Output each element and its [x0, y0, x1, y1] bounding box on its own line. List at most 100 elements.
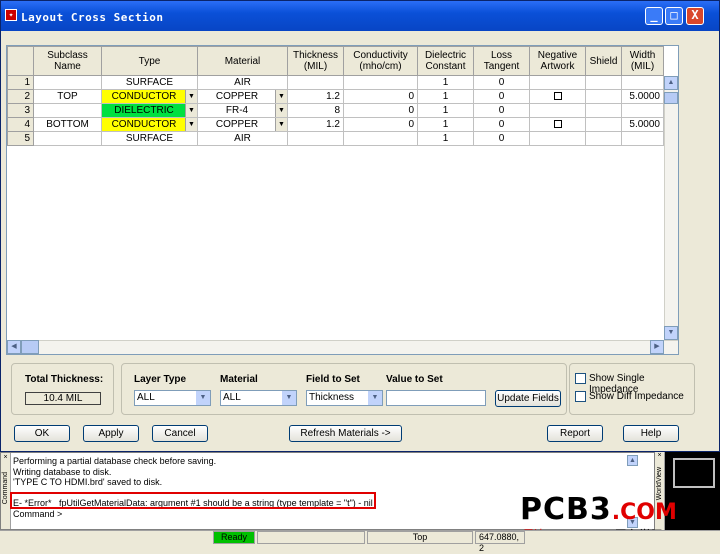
chevron-down-icon[interactable]: ▼ — [275, 104, 287, 117]
maximize-icon[interactable]: □ — [665, 7, 683, 25]
shield-cell[interactable] — [585, 117, 622, 132]
thickness-cell[interactable]: 1.2 — [287, 117, 344, 132]
chevron-down-icon[interactable]: ▼ — [196, 391, 210, 405]
column-header[interactable]: Loss Tangent — [473, 46, 530, 76]
show-single-impedance-checkbox[interactable] — [575, 373, 586, 384]
minimize-icon[interactable]: _ — [645, 7, 663, 25]
column-header[interactable]: Type — [101, 46, 198, 76]
value-to-set-input[interactable] — [386, 390, 486, 406]
negative-artwork-cell[interactable] — [529, 89, 586, 104]
subclass-cell[interactable] — [33, 131, 102, 146]
type-cell[interactable]: CONDUCTOR ▼ — [101, 117, 198, 132]
scroll-down-icon[interactable]: ▼ — [664, 326, 678, 340]
close-icon[interactable]: × — [655, 452, 664, 459]
negative-artwork-cell[interactable] — [529, 117, 586, 132]
column-header[interactable]: Conductivity (mho/cm) — [343, 46, 418, 76]
column-header[interactable]: Material — [197, 46, 288, 76]
refresh-materials-button[interactable]: Refresh Materials -> — [289, 425, 402, 442]
console-scroll-up-icon[interactable]: ▲ — [627, 455, 638, 466]
shield-cell[interactable] — [585, 131, 622, 146]
width-cell[interactable]: 5.0000 — [621, 89, 664, 104]
row-number[interactable]: 1 — [7, 75, 34, 90]
table-row[interactable]: 4 BOTTOM CONDUCTOR ▼ COPPER ▼ 1.2 0 1 0 5.0000 — [7, 117, 664, 132]
loss-tangent-cell[interactable]: 0 — [473, 89, 530, 104]
scroll-right-icon[interactable]: ▶ — [650, 340, 664, 354]
width-cell[interactable]: 5.0000 — [621, 117, 664, 132]
material-cell[interactable]: AIR — [197, 131, 288, 146]
dielectric-cell[interactable]: 1 — [417, 103, 474, 118]
vertical-scrollbar[interactable]: ▲ ▼ — [664, 76, 678, 340]
type-cell[interactable]: CONDUCTOR ▼ — [101, 89, 198, 104]
ok-button[interactable]: OK — [14, 425, 70, 442]
shield-cell[interactable] — [585, 75, 622, 90]
type-cell[interactable]: DIELECTRIC ▼ — [101, 103, 198, 118]
subclass-cell[interactable] — [33, 103, 102, 118]
conductivity-cell[interactable] — [343, 131, 418, 146]
apply-button[interactable]: Apply — [83, 425, 139, 442]
help-button[interactable]: Help — [623, 425, 679, 442]
horizontal-scrollbar[interactable]: ◀ ▶ — [7, 340, 678, 354]
negative-artwork-checkbox[interactable] — [553, 120, 562, 129]
loss-tangent-cell[interactable]: 0 — [473, 117, 530, 132]
column-header[interactable]: Subclass Name — [33, 46, 102, 76]
subclass-cell[interactable] — [33, 75, 102, 90]
conductivity-cell[interactable]: 0 — [343, 103, 418, 118]
thickness-cell[interactable]: 1.2 — [287, 89, 344, 104]
type-cell[interactable]: SURFACE — [101, 131, 198, 146]
type-cell[interactable]: SURFACE — [101, 75, 198, 90]
chevron-down-icon[interactable]: ▼ — [275, 90, 287, 103]
row-number[interactable]: 3 — [7, 103, 34, 118]
column-header[interactable]: Width (MIL) — [621, 46, 664, 76]
loss-tangent-cell[interactable]: 0 — [473, 75, 530, 90]
dielectric-cell[interactable]: 1 — [417, 89, 474, 104]
material-cell[interactable]: FR-4 ▼ — [197, 103, 288, 118]
shield-cell[interactable] — [585, 103, 622, 118]
dielectric-cell[interactable]: 1 — [417, 131, 474, 146]
table-row[interactable]: 5 SURFACE AIR 1 0 — [7, 131, 664, 146]
column-header[interactable] — [7, 46, 34, 76]
negative-artwork-checkbox[interactable] — [553, 92, 562, 101]
table-row[interactable]: 3 DIELECTRIC ▼ FR-4 ▼ 8 0 1 0 — [7, 103, 664, 118]
material-cell[interactable]: COPPER ▼ — [197, 117, 288, 132]
material-cell[interactable]: COPPER ▼ — [197, 89, 288, 104]
app-icon[interactable]: ✦ — [5, 9, 17, 21]
scroll-left-icon[interactable]: ◀ — [7, 340, 21, 354]
field-to-set-select[interactable]: Thickness ▼ — [306, 390, 383, 406]
thickness-cell[interactable] — [287, 75, 344, 90]
chevron-down-icon[interactable]: ▼ — [185, 118, 197, 131]
width-cell[interactable] — [621, 75, 664, 90]
negative-artwork-cell[interactable] — [529, 103, 586, 118]
conductivity-cell[interactable]: 0 — [343, 89, 418, 104]
thickness-cell[interactable] — [287, 131, 344, 146]
column-header[interactable]: Negative Artwork — [529, 46, 586, 76]
column-header[interactable]: Thickness (MIL) — [287, 46, 344, 76]
update-fields-button[interactable]: Update Fields — [495, 390, 561, 407]
conductivity-cell[interactable]: 0 — [343, 117, 418, 132]
chevron-down-icon[interactable]: ▼ — [368, 391, 382, 405]
table-row[interactable]: 1 SURFACE AIR 1 0 — [7, 75, 664, 90]
row-number[interactable]: 5 — [7, 131, 34, 146]
row-number[interactable]: 2 — [7, 89, 34, 104]
thickness-cell[interactable]: 8 — [287, 103, 344, 118]
shield-cell[interactable] — [585, 89, 622, 104]
dielectric-cell[interactable]: 1 — [417, 75, 474, 90]
subclass-cell[interactable]: TOP — [33, 89, 102, 104]
row-number[interactable]: 4 — [7, 117, 34, 132]
width-cell[interactable] — [621, 103, 664, 118]
report-button[interactable]: Report — [547, 425, 603, 442]
scroll-up-icon[interactable]: ▲ — [664, 76, 678, 90]
hscroll-thumb[interactable] — [21, 340, 39, 354]
column-header[interactable]: Dielectric Constant — [417, 46, 474, 76]
cancel-button[interactable]: Cancel — [152, 425, 208, 442]
table-row[interactable]: 2 TOP CONDUCTOR ▼ COPPER ▼ 1.2 0 1 0 5.0000 — [7, 89, 664, 104]
chevron-down-icon[interactable]: ▼ — [185, 104, 197, 117]
subclass-cell[interactable]: BOTTOM — [33, 117, 102, 132]
close-icon[interactable]: × — [1, 453, 10, 464]
column-header[interactable]: Shield — [585, 46, 622, 76]
chevron-down-icon[interactable]: ▼ — [282, 391, 296, 405]
console-side-tab[interactable]: × Command — [1, 453, 11, 529]
loss-tangent-cell[interactable]: 0 — [473, 131, 530, 146]
title-bar[interactable]: ✦ Layout Cross Section _ □ X — [1, 1, 719, 31]
chevron-down-icon[interactable]: ▼ — [185, 90, 197, 103]
negative-artwork-cell[interactable] — [529, 131, 586, 146]
